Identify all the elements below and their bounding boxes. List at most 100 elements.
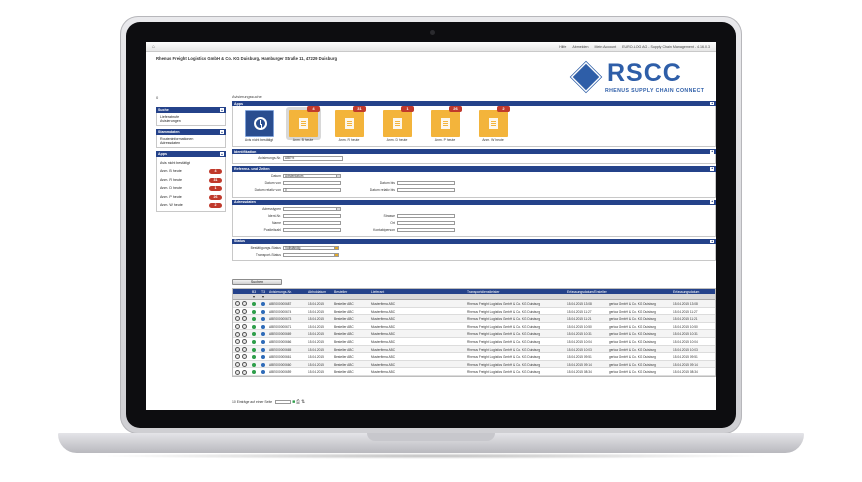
addr-nr-input[interactable] [283,213,341,219]
table-row[interactable]: ABE000000661 15.04.2015 Besteller ABC Muste… [233,353,715,361]
addr-ort-input[interactable] [397,220,455,226]
cell-avis-nr[interactable]: ABE000000673 [269,317,291,321]
collapse-icon[interactable]: ▲ [220,152,224,157]
app-tile-w[interactable]: 2 [479,106,510,138]
ref-bis-input[interactable] [397,180,455,186]
cell-avis-nr[interactable]: ABE000000666 [269,340,291,344]
ref-datum-select[interactable]: Avisierdatum [283,173,341,179]
account-link[interactable]: Mein Account [595,45,617,49]
print-icon[interactable] [242,369,247,375]
col-erfassung-ersteller[interactable]: Erfassungsdatum/Ersteller [567,290,607,294]
col-t3[interactable]: T3 [261,290,265,294]
table-row[interactable]: ABE000000673 15.04.2015 Besteller ABC Muste… [233,315,715,323]
app-tile-b[interactable]: 4 [289,106,320,138]
app-tile-r[interactable]: 31 [335,106,366,138]
collapse-icon[interactable]: ▲ [710,167,714,171]
addr-name-input[interactable] [283,220,341,226]
status-best-select[interactable]: Vollständig [283,245,339,251]
ref-von-input[interactable] [283,180,341,186]
addr-typ-select[interactable] [283,206,341,212]
home-icon[interactable]: ⌂ [152,44,160,50]
table-row[interactable]: ABE000000659 15.04.2015 Besteller ABC Muste… [233,368,715,376]
collapse-icon[interactable]: ▲ [220,108,224,112]
magnify-icon[interactable] [235,346,240,352]
status-trans-select[interactable] [283,252,339,258]
help-link[interactable]: Hilfe [559,45,566,49]
sidebar-item-avisierungen[interactable]: Avisierungen [160,119,222,124]
table-row[interactable]: ABE000000669 15.04.2015 Besteller ABC Muste… [233,330,715,338]
collapse-icon[interactable]: ▲ [710,149,714,154]
search-button[interactable]: Suchen [232,279,282,285]
filter-down-icon[interactable]: ▾ [262,294,264,299]
sidebar-app-item[interactable]: Anm. B heute 4 [160,167,222,176]
sidebar-app-item[interactable]: Avis nicht bestätigt [160,159,222,168]
magnify-icon[interactable] [235,308,240,314]
sidebar-app-item[interactable]: Anm. W heute 2 [160,201,222,210]
col-b3[interactable]: B3 [252,290,256,294]
col-erfassungsdatum[interactable]: Erfassungsdatum [673,290,699,294]
cell-avis-nr[interactable]: ABE000000659 [269,370,291,374]
magnify-icon[interactable] [235,354,240,360]
app-tile-avis[interactable] [245,110,274,138]
col-transport[interactable]: Transportdienstleister [467,290,499,294]
addr-kontakt-input[interactable] [397,227,455,233]
magnify-icon[interactable] [235,323,240,329]
table-row[interactable]: ABE000000660 15.04.2015 Besteller ABC Muste… [233,360,715,369]
app-tile-p[interactable]: 26 [431,106,462,138]
sidebar-app-item[interactable]: Anm. D heute 1 [160,184,222,193]
col-avis-nr[interactable]: Avisierungs-Nr. [269,290,292,294]
ref-relvon-input[interactable]: 0 [283,187,341,193]
magnify-icon[interactable] [235,361,240,367]
dropdown-icon[interactable] [336,207,340,211]
logout-link[interactable]: Abmelden [572,45,588,49]
sidebar-app-item[interactable]: Anm. R heute 31 [160,176,222,185]
ident-input[interactable]: ABE% [283,156,343,161]
table-row[interactable]: ABE000000671 15.04.2015 Besteller ABC Muste… [233,323,715,331]
ref-relbis-input[interactable] [397,187,455,193]
col-besteller[interactable]: Besteller [334,290,347,294]
page-size-input[interactable] [275,400,292,405]
sidebar-item-adressdaten[interactable]: Adressdaten [160,141,222,146]
dropdown-icon[interactable] [334,253,338,257]
table-row[interactable]: ABE000000687 15.04.2015 Besteller ABC Muste… [233,300,715,308]
magnify-icon[interactable] [235,331,240,337]
print-icon[interactable] [242,301,247,307]
magnify-icon[interactable] [235,301,240,307]
magnify-icon[interactable] [235,339,240,345]
cell-avis-nr[interactable]: ABE000000671 [269,325,291,329]
addr-plz-input[interactable] [283,227,341,233]
filter-down-icon[interactable]: ▾ [253,294,255,299]
col-lieferant[interactable]: Lieferant [371,290,384,294]
print-icon[interactable] [242,354,247,360]
collapse-icon[interactable]: ▲ [710,239,714,244]
print-icon[interactable] [242,361,247,367]
sort-icon[interactable]: ⇅ [301,399,305,405]
print-icon[interactable]: ⎙ [296,399,300,405]
cell-avis-nr[interactable]: ABE000000665 [269,348,291,352]
magnify-icon[interactable] [235,369,240,375]
cell-avis-nr[interactable]: ABE000000661 [269,355,291,359]
dropdown-icon[interactable] [334,246,338,250]
dropdown-icon[interactable] [336,174,340,178]
print-icon[interactable] [242,323,247,329]
col-abholdatum[interactable]: Abholdatum [308,290,326,294]
cell-avis-nr[interactable]: ABE000000674 [269,310,291,314]
collapse-icon[interactable]: ▲ [220,130,224,135]
cell-avis-nr[interactable]: ABE000000687 [269,302,291,306]
print-icon[interactable] [242,346,247,352]
table-row[interactable]: ABE000000674 15.04.2015 Besteller ABC Muste… [233,308,715,316]
collapse-icon[interactable]: ▲ [710,101,714,106]
print-icon[interactable] [242,308,247,314]
print-icon[interactable] [242,331,247,337]
cell-avis-nr[interactable]: ABE000000660 [269,363,291,367]
table-row[interactable]: ABE000000666 15.04.2015 Besteller ABC Muste… [233,338,715,346]
addr-strasse-input[interactable] [397,213,455,219]
magnify-icon[interactable] [235,316,240,322]
sidebar-app-item[interactable]: Anm. P heute 26 [160,193,222,202]
refresh-icon[interactable]: ■ [292,399,295,405]
print-icon[interactable] [242,316,247,322]
table-row[interactable]: ABE000000665 15.04.2015 Besteller ABC Muste… [233,345,715,354]
print-icon[interactable] [242,339,247,345]
app-tile-d[interactable]: 1 [383,106,414,138]
collapse-icon[interactable]: ▲ [710,200,714,204]
